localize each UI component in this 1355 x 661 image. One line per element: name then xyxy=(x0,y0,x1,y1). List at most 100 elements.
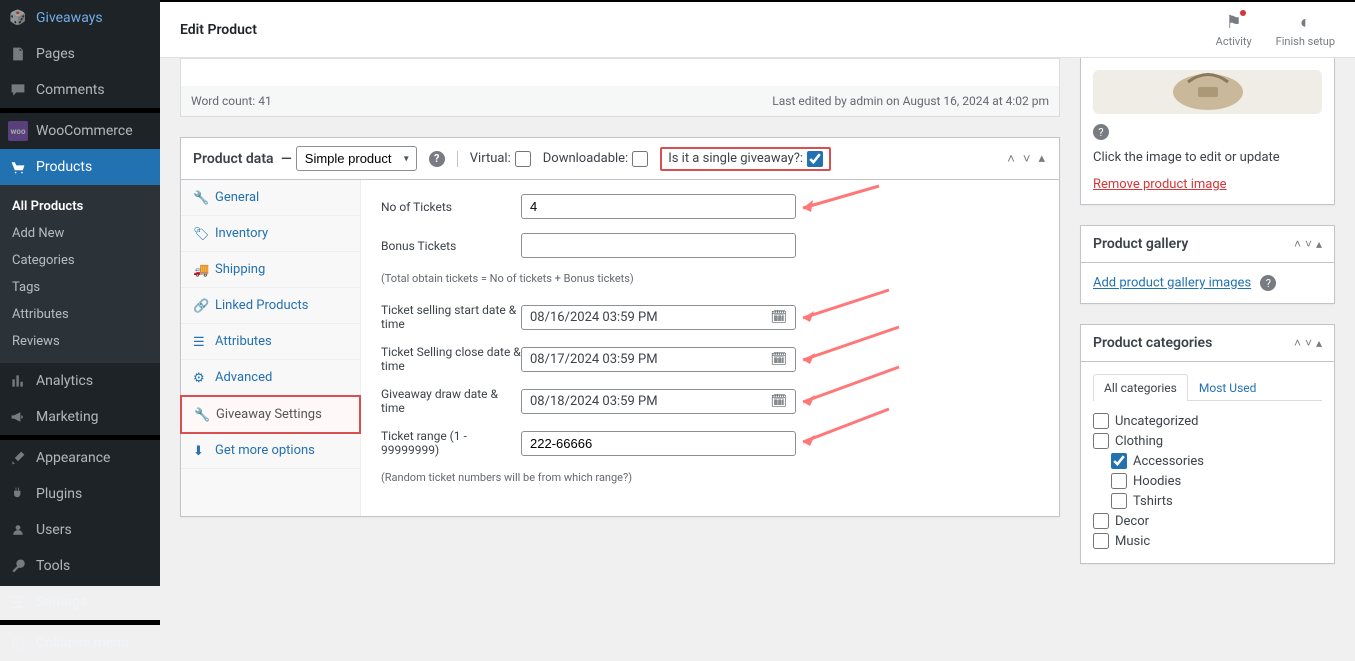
truck-icon: 🚚 xyxy=(193,263,207,277)
arrow-icon xyxy=(801,184,881,214)
progress-icon: ◐ xyxy=(1300,12,1311,33)
cat-decor[interactable]: Decor xyxy=(1093,511,1322,531)
tab-linked[interactable]: 🔗Linked Products xyxy=(181,288,360,324)
no-tickets-input[interactable] xyxy=(521,194,796,219)
draw-date-label: Giveaway draw date & time xyxy=(381,387,521,415)
move-up-icon[interactable]: ˄ xyxy=(1294,336,1301,350)
gallery-title: Product gallery xyxy=(1093,236,1188,252)
comment-icon xyxy=(8,80,28,100)
image-click-hint: Click the image to edit or update xyxy=(1093,150,1322,165)
draw-date-input[interactable]: 08/18/2024 03:59 PM🗓 xyxy=(521,389,796,414)
sidebar-item-tools[interactable]: Tools xyxy=(0,548,160,584)
tab-advanced[interactable]: ⚙Advanced xyxy=(181,360,360,396)
page-title: Edit Product xyxy=(180,22,257,38)
finish-setup-button[interactable]: ◐ Finish setup xyxy=(1276,12,1335,48)
cat-hoodies[interactable]: Hoodies xyxy=(1111,471,1322,491)
sidebar-item-comments[interactable]: Comments xyxy=(0,72,160,108)
product-data-title: Product data — xyxy=(193,151,296,167)
tab-get-more[interactable]: ⬇Get more options xyxy=(181,433,360,469)
bag-illustration-icon xyxy=(1148,72,1268,112)
tab-inventory[interactable]: 🏷Inventory xyxy=(181,216,360,252)
sidebar-item-users[interactable]: Users xyxy=(0,512,160,548)
cat-tab-all[interactable]: All categories xyxy=(1093,374,1188,401)
remove-image-link[interactable]: Remove product image xyxy=(1093,177,1227,192)
users-icon xyxy=(8,520,28,540)
move-up-icon[interactable]: ˄ xyxy=(1294,237,1301,251)
move-down-icon[interactable]: ˅ xyxy=(1305,237,1312,251)
tab-shipping[interactable]: 🚚Shipping xyxy=(181,252,360,288)
editor-footer: Word count: 41 Last edited by admin on A… xyxy=(180,86,1060,117)
calendar-icon: 🗓 xyxy=(770,394,787,409)
product-categories-box: Product categories ˄˅▴ All categories Mo… xyxy=(1080,324,1335,564)
cat-uncategorized[interactable]: Uncategorized xyxy=(1093,411,1322,431)
product-gallery-box: Product gallery ˄ ˅ ▴ Add product gallery … xyxy=(1080,225,1335,304)
brush-icon xyxy=(8,448,28,468)
cat-music[interactable]: Music xyxy=(1093,531,1322,551)
list-icon: ☰ xyxy=(193,335,207,349)
gear-icon: ⚙ xyxy=(193,371,207,385)
link-icon: 🔗 xyxy=(193,299,207,313)
activity-button[interactable]: ⚑ Activity xyxy=(1216,12,1252,48)
help-icon[interactable]: ? xyxy=(1260,275,1276,291)
toggle-icon[interactable]: ▴ xyxy=(1316,237,1322,251)
tab-attributes[interactable]: ☰Attributes xyxy=(181,324,360,360)
total-hint: (Total obtain tickets = No of tickets + … xyxy=(381,272,1039,285)
close-date-input[interactable]: 08/17/2024 03:59 PM🗓 xyxy=(521,347,796,372)
page-header: Edit Product ⚑ Activity ◐ Finish setup xyxy=(160,2,1355,58)
move-down-icon[interactable]: ˅ xyxy=(1021,149,1033,169)
sidebar-item-analytics[interactable]: Analytics xyxy=(0,363,160,399)
sidebar-item-appearance[interactable]: Appearance xyxy=(0,440,160,476)
single-giveaway-highlight: Is it a single giveaway?: xyxy=(660,147,831,171)
move-down-icon[interactable]: ˅ xyxy=(1305,336,1312,350)
range-input[interactable] xyxy=(521,431,796,456)
sidebar-item-plugins[interactable]: Plugins xyxy=(0,476,160,512)
close-date-label: Ticket Selling close date & time xyxy=(381,345,521,373)
sidebar-item-products[interactable]: Products xyxy=(0,149,160,185)
sidebar-sub-all-products[interactable]: All Products xyxy=(0,193,160,220)
giveaway-fields: No of Tickets Bonus Tickets (Total obtai… xyxy=(361,180,1059,516)
downloadable-checkbox-label[interactable]: Downloadable: xyxy=(543,151,648,167)
cat-accessories[interactable]: Accessories xyxy=(1111,451,1322,471)
arrow-icon xyxy=(801,288,891,323)
help-icon[interactable]: ? xyxy=(1093,124,1109,140)
add-gallery-link[interactable]: Add product gallery images xyxy=(1093,276,1251,291)
help-icon[interactable]: ? xyxy=(429,151,445,167)
single-giveaway-checkbox[interactable] xyxy=(807,151,823,167)
sidebar-sub-tags[interactable]: Tags xyxy=(0,274,160,301)
calendar-icon: 🗓 xyxy=(770,352,787,367)
move-up-icon[interactable]: ˄ xyxy=(1005,149,1017,169)
start-date-input[interactable]: 08/16/2024 03:59 PM🗓 xyxy=(521,305,796,330)
wrench-icon: 🔧 xyxy=(194,408,208,422)
virtual-checkbox[interactable] xyxy=(515,151,531,167)
product-image-placeholder[interactable] xyxy=(1093,70,1322,114)
product-data-box: Product data — Simple product ? Virtual:… xyxy=(180,137,1060,517)
product-type-select[interactable]: Simple product xyxy=(296,146,417,171)
sidebar-sub-categories[interactable]: Categories xyxy=(0,247,160,274)
sidebar-item-pages[interactable]: Pages xyxy=(0,36,160,72)
tab-general[interactable]: 🔧General xyxy=(181,180,360,216)
single-giveaway-label[interactable]: Is it a single giveaway?: xyxy=(668,151,823,167)
sidebar-item-woocommerce[interactable]: wooWooCommerce xyxy=(0,113,160,149)
sidebar-sub-add-new[interactable]: Add New xyxy=(0,220,160,247)
cat-clothing[interactable]: Clothing xyxy=(1093,431,1322,451)
megaphone-icon xyxy=(8,407,28,427)
toggle-icon[interactable]: ▴ xyxy=(1316,336,1322,350)
cat-tshirts[interactable]: Tshirts xyxy=(1111,491,1322,511)
arrow-icon xyxy=(801,325,901,365)
bonus-tickets-input[interactable] xyxy=(521,233,796,258)
cat-tab-most[interactable]: Most Used xyxy=(1188,374,1268,401)
sidebar-item-giveaways[interactable]: 🎲Giveaways xyxy=(0,0,160,36)
sidebar-item-settings[interactable]: Settings xyxy=(0,584,160,620)
sidebar-collapse[interactable]: Collapse menu xyxy=(0,625,160,661)
sidebar-sub-attributes[interactable]: Attributes xyxy=(0,301,160,328)
sidebar-sub-reviews[interactable]: Reviews xyxy=(0,328,160,355)
word-count: Word count: 41 xyxy=(191,94,272,108)
downloadable-checkbox[interactable] xyxy=(632,151,648,167)
tab-giveaway-settings[interactable]: 🔧Giveaway Settings xyxy=(180,395,361,434)
collapse-icon xyxy=(8,633,28,653)
sidebar-item-marketing[interactable]: Marketing xyxy=(0,399,160,435)
virtual-checkbox-label[interactable]: Virtual: xyxy=(470,151,531,167)
products-submenu: All Products Add New Categories Tags Att… xyxy=(0,185,160,363)
last-edited: Last edited by admin on August 16, 2024 … xyxy=(772,94,1049,108)
toggle-icon[interactable]: ▴ xyxy=(1036,149,1047,169)
